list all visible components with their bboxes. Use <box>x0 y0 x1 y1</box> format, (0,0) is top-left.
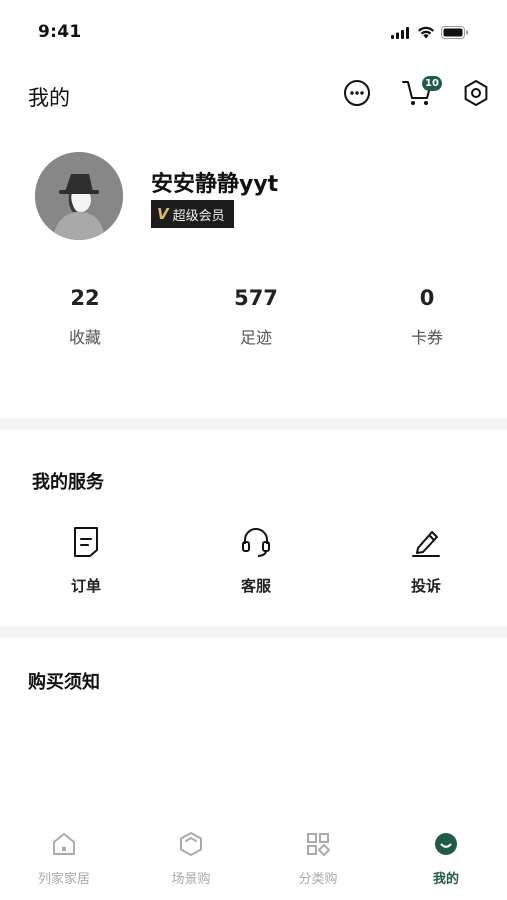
services-title: 我的服务 <box>32 472 104 493</box>
service-support[interactable]: 客服 <box>206 525 306 596</box>
cart-button[interactable]: 10 <box>400 76 442 112</box>
stat-label: 收藏 <box>68 328 101 347</box>
stat-value: 0 <box>419 286 435 310</box>
more-icon <box>343 79 371 111</box>
status-time: 9:41 <box>38 22 82 42</box>
tab-home[interactable]: 列家家居 <box>14 830 114 887</box>
stat-favorites[interactable]: 22 收藏 <box>25 282 145 348</box>
service-label: 订单 <box>70 577 101 595</box>
section-divider <box>0 418 507 430</box>
stat-label: 足迹 <box>239 328 272 347</box>
status-bar: 9:41 <box>0 0 507 64</box>
settings-button[interactable] <box>459 78 493 112</box>
tab-bar: 列家家居 场景购 分类购 我的 <box>0 820 507 900</box>
home-icon <box>50 830 78 858</box>
service-label: 投诉 <box>410 577 441 595</box>
scene-icon <box>177 830 205 858</box>
stat-label: 卡券 <box>410 328 443 347</box>
notice-title[interactable]: 购买须知 <box>28 668 100 694</box>
order-icon <box>69 525 103 559</box>
vip-mark: V <box>157 205 169 223</box>
cart-badge: 10 <box>422 76 442 91</box>
status-icons <box>391 24 469 43</box>
tab-scene[interactable]: 场景购 <box>141 830 241 887</box>
tab-profile[interactable]: 我的 <box>396 830 496 887</box>
username: 安安静静yyt <box>151 172 279 197</box>
tab-category[interactable]: 分类购 <box>268 830 368 887</box>
signal-icon <box>391 24 411 43</box>
tab-label: 列家家居 <box>37 872 90 887</box>
wifi-icon <box>417 24 435 43</box>
service-complaint[interactable]: 投诉 <box>376 525 476 596</box>
page-title: 我的 <box>28 86 70 110</box>
more-button[interactable] <box>340 78 374 112</box>
tab-label: 场景购 <box>171 872 211 887</box>
header: 我的 10 <box>0 72 507 120</box>
edit-icon <box>409 525 443 559</box>
section-divider <box>0 626 507 638</box>
services-row: 订单 客服 投诉 <box>0 525 507 605</box>
service-label: 客服 <box>240 577 271 595</box>
tab-label: 我的 <box>432 872 459 887</box>
stat-value: 577 <box>234 286 278 310</box>
stat-value: 22 <box>70 286 100 310</box>
headset-icon <box>239 525 273 559</box>
vip-badge[interactable]: V 超级会员 <box>151 200 234 228</box>
avatar[interactable] <box>35 152 123 240</box>
category-icon <box>304 830 332 858</box>
stat-footprints[interactable]: 577 足迹 <box>196 282 316 348</box>
tab-label: 分类购 <box>298 872 338 887</box>
battery-icon <box>441 24 469 43</box>
stats-row: 22 收藏 577 足迹 0 卡券 <box>0 282 507 362</box>
stat-coupons[interactable]: 0 卡券 <box>367 282 487 348</box>
service-orders[interactable]: 订单 <box>36 525 136 596</box>
settings-icon <box>462 79 490 111</box>
profile-icon <box>432 830 460 858</box>
vip-label: 超级会员 <box>172 208 225 224</box>
